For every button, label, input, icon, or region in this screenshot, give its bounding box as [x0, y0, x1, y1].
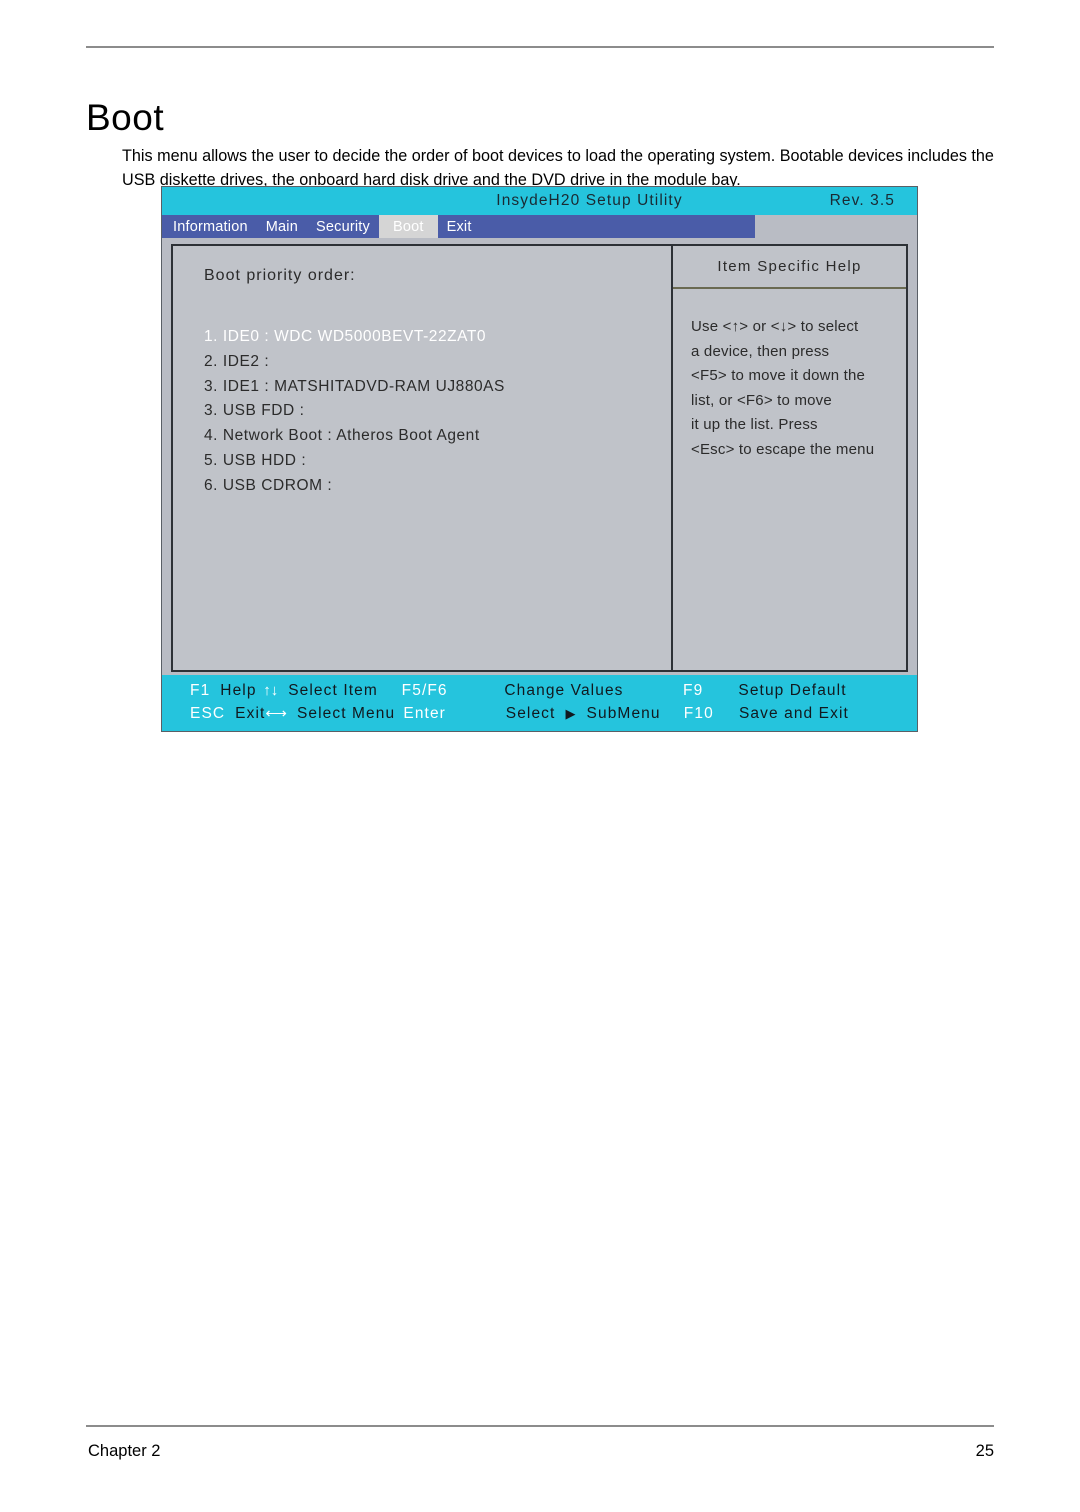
- help-line: <Esc> to escape the menu: [691, 440, 875, 458]
- boot-priority-list: 1. IDE0 : WDC WD5000BEVT-22ZAT0 2. IDE2 …: [204, 325, 505, 499]
- boot-priority-order-label: Boot priority order:: [204, 267, 356, 284]
- left-right-arrow-icon: ⟷: [265, 705, 287, 722]
- key-label-f1: F1: [190, 681, 211, 699]
- page-top-rule: [86, 46, 994, 48]
- tab-exit[interactable]: Exit: [438, 215, 481, 238]
- key-label-f10: F10: [683, 704, 714, 722]
- bios-utility-title: InsydeH20 Setup Utility: [496, 192, 683, 209]
- key-desc-change-values-cell: Change Values: [504, 682, 683, 700]
- key-label-f9: F9: [683, 681, 704, 699]
- bios-revision-label: Rev. 3.5: [829, 192, 895, 209]
- bios-function-key-bar: F1 Help ↑↓ Select Item F5/F6 Change Valu…: [162, 675, 917, 731]
- key-f9[interactable]: F9: [683, 682, 738, 700]
- boot-list-item[interactable]: 3. IDE1 : MATSHITADVD-RAM UJ880AS: [204, 375, 505, 400]
- help-line: list, or <F6> to move: [691, 391, 832, 409]
- key-desc-submenu: SubMenu: [586, 704, 661, 722]
- intro-paragraph: This menu allows the user to decide the …: [122, 147, 994, 190]
- item-specific-help-panel: Item Specific Help Use <↑> or <↓> to sel…: [673, 246, 906, 670]
- boot-priority-panel: Boot priority order: 1. IDE0 : WDC WD500…: [173, 246, 673, 670]
- key-desc-setup-default: Setup Default: [738, 681, 847, 699]
- bios-panels: Boot priority order: 1. IDE0 : WDC WD500…: [171, 244, 908, 672]
- bios-setup-window: InsydeH20 Setup Utility Rev. 3.5 Informa…: [161, 186, 918, 732]
- boot-list-item[interactable]: 1. IDE0 : WDC WD5000BEVT-22ZAT0: [204, 325, 505, 350]
- footer-page-number: 25: [975, 1442, 994, 1460]
- right-triangle-icon: ▶: [565, 705, 577, 721]
- key-f10[interactable]: F10: [684, 705, 739, 723]
- key-desc-change-values: Change Values: [504, 681, 624, 699]
- key-label-enter: Enter: [403, 704, 446, 722]
- key-updown-select-item[interactable]: ↑↓ Select Item: [263, 682, 401, 700]
- help-line: <F5> to move it down the: [691, 367, 866, 384]
- item-specific-help-body: Use <↑> or <↓> to select a device, then …: [673, 289, 906, 462]
- key-leftright-select-menu[interactable]: ⟷ Select Menu: [265, 704, 403, 723]
- key-desc-exit: Exit: [235, 704, 266, 722]
- item-specific-help-title: Item Specific Help: [673, 246, 906, 289]
- function-key-row-2: ESC Exit ⟷ Select Menu Enter Select ▶ Su…: [162, 702, 917, 725]
- key-enter[interactable]: Enter: [403, 705, 505, 723]
- key-desc-select-submenu-cell: Select ▶ SubMenu: [506, 705, 684, 723]
- up-down-arrow-icon: ↑↓: [263, 681, 279, 699]
- key-desc-setup-default-cell: Setup Default: [738, 682, 917, 700]
- key-desc-select: Select: [505, 704, 556, 722]
- tab-boot[interactable]: Boot: [378, 215, 438, 238]
- key-label-esc: ESC: [190, 704, 226, 722]
- boot-list-item[interactable]: 6. USB CDROM :: [204, 474, 505, 499]
- key-desc-save-and-exit-cell: Save and Exit: [739, 705, 917, 723]
- bios-menu-tabbar: Information Main Security Boot Exit: [162, 215, 917, 238]
- key-desc-select-menu: Select Menu: [296, 705, 396, 722]
- key-esc-exit[interactable]: ESC Exit: [162, 705, 265, 723]
- bios-content-area: Boot priority order: 1. IDE0 : WDC WD500…: [162, 238, 917, 675]
- key-desc-save-and-exit: Save and Exit: [738, 704, 849, 722]
- footer-chapter: Chapter 2: [88, 1442, 161, 1460]
- help-line: Use <↑> or <↓> to select: [691, 318, 859, 335]
- page-title: Boot: [86, 96, 165, 138]
- help-line: it up the list. Press: [691, 416, 818, 433]
- key-desc-select-item: Select Item: [288, 681, 378, 699]
- boot-list-item[interactable]: 3. USB FDD :: [204, 399, 505, 424]
- key-label-f5f6: F5/F6: [401, 681, 448, 699]
- bios-title-bar: InsydeH20 Setup Utility Rev. 3.5: [162, 187, 917, 215]
- tab-main[interactable]: Main: [257, 215, 307, 238]
- function-key-row-1: F1 Help ↑↓ Select Item F5/F6 Change Valu…: [162, 679, 917, 702]
- tab-information[interactable]: Information: [162, 215, 257, 238]
- key-desc-help: Help: [220, 681, 257, 699]
- help-line: a device, then press: [691, 342, 830, 360]
- key-f1-help[interactable]: F1 Help: [162, 682, 263, 700]
- boot-list-item[interactable]: 5. USB HDD :: [204, 449, 505, 474]
- page-bottom-rule: [86, 1425, 994, 1427]
- key-f5f6[interactable]: F5/F6: [402, 682, 505, 700]
- boot-list-item[interactable]: 4. Network Boot : Atheros Boot Agent: [204, 424, 505, 449]
- tab-security[interactable]: Security: [307, 215, 379, 238]
- boot-list-item[interactable]: 2. IDE2 :: [204, 350, 505, 375]
